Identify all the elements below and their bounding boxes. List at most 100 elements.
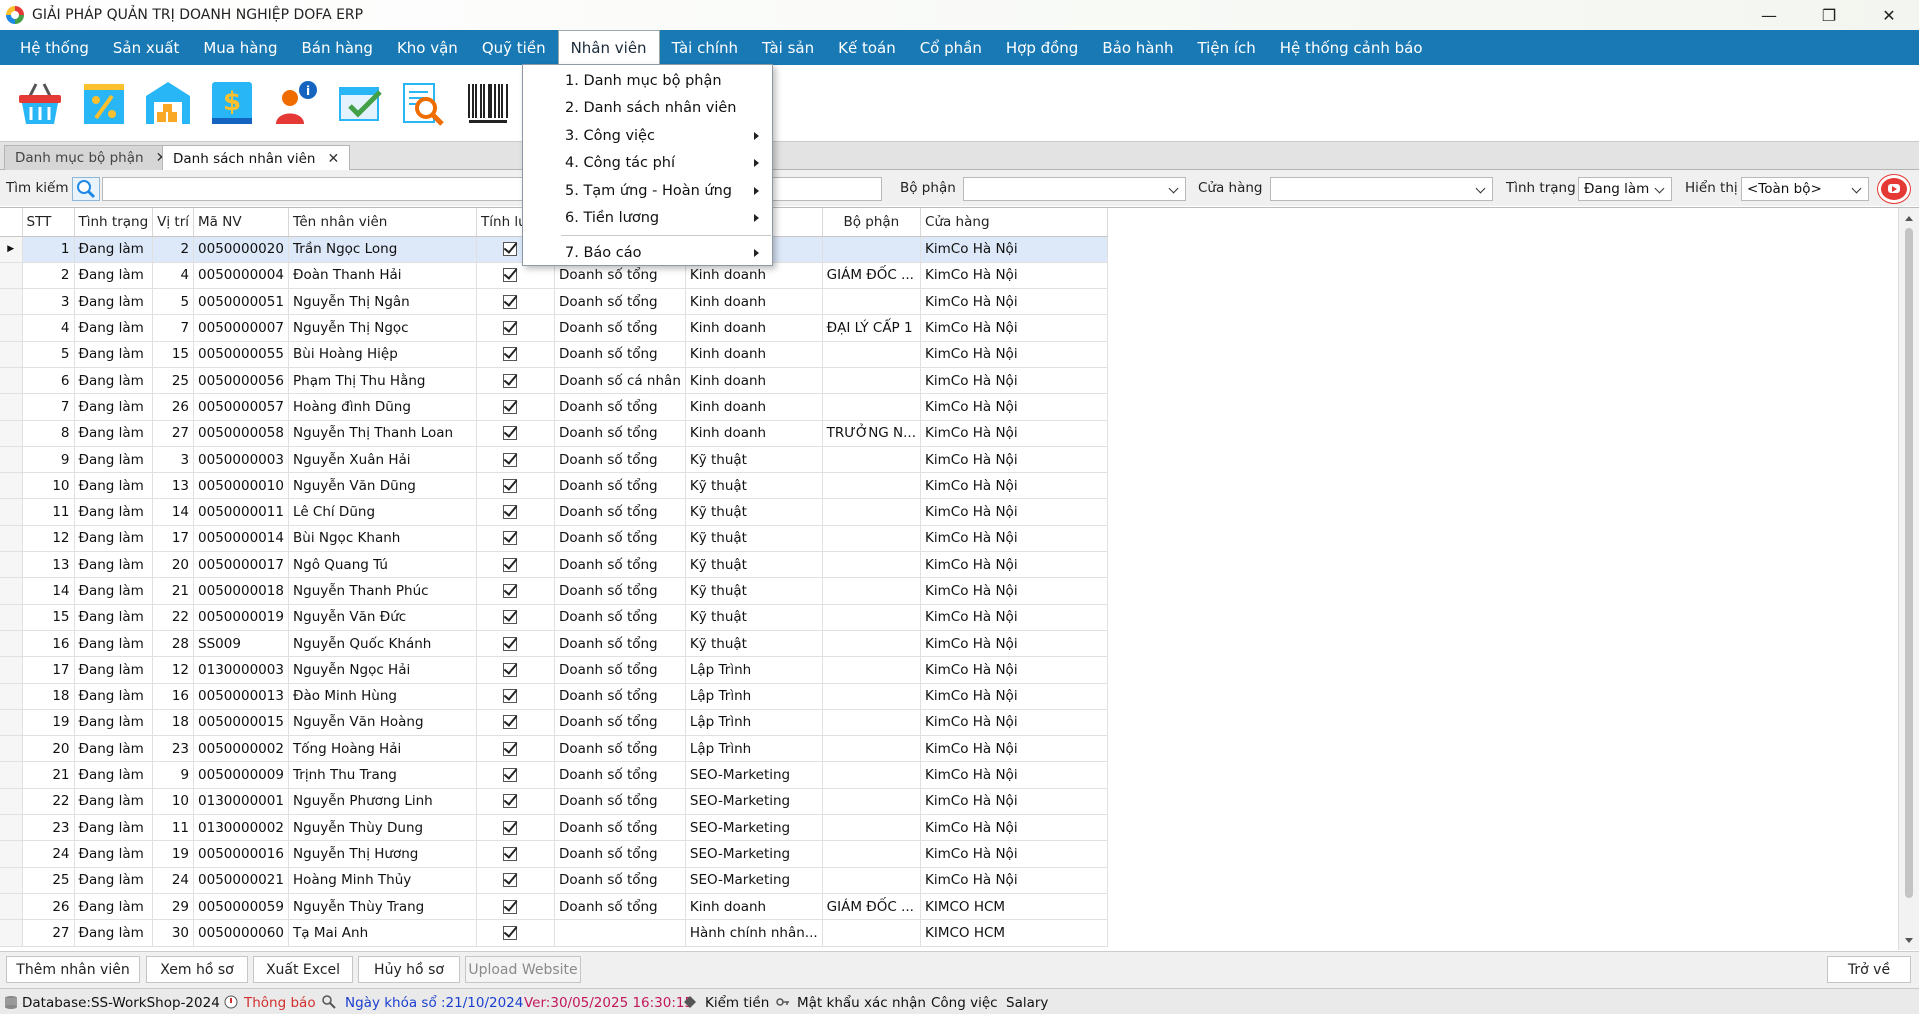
checkbox-checked[interactable] bbox=[503, 899, 518, 914]
cell-status[interactable]: Đang làm bbox=[74, 788, 154, 816]
restore-button[interactable]: ❐ bbox=[1799, 0, 1859, 30]
row-indicator[interactable] bbox=[0, 314, 23, 342]
store-select[interactable] bbox=[1270, 177, 1493, 201]
checkbox-checked[interactable] bbox=[503, 505, 518, 520]
cell-kpi[interactable]: Doanh số tổng bbox=[554, 893, 686, 921]
row-indicator[interactable]: ▶ bbox=[0, 236, 23, 263]
cell-position[interactable]: 20 bbox=[152, 551, 195, 579]
cell-store[interactable]: KimCo Hà Nội bbox=[920, 393, 1109, 421]
upload-website-button[interactable]: Upload Website bbox=[465, 956, 581, 983]
cell-store[interactable]: KimCo Hà Nội bbox=[920, 709, 1109, 737]
cell-name[interactable]: Nguyễn Văn Đức bbox=[288, 604, 478, 631]
cell-status[interactable]: Đang làm bbox=[74, 551, 154, 579]
table-row[interactable]: 26 Đang làm 29 0050000059 Nguyễn Thùy Trang D… bbox=[0, 893, 1109, 921]
table-row[interactable]: 23 Đang làm 11 0130000002 Nguyễn Thùy Dung Do… bbox=[0, 814, 1109, 842]
cell-title[interactable] bbox=[822, 788, 922, 816]
table-row[interactable]: 3 Đang làm 5 0050000051 Nguyễn Thị Ngân Doanh… bbox=[0, 288, 1109, 316]
cell-status[interactable]: Đang làm bbox=[74, 630, 154, 658]
cell-kpi[interactable]: Doanh số tổng bbox=[554, 420, 686, 447]
cell-department[interactable]: SEO-Marketing bbox=[685, 840, 823, 868]
cell-salary-flag[interactable] bbox=[476, 314, 556, 342]
column-store[interactable]: Cửa hàng bbox=[920, 208, 1109, 237]
cell-status[interactable]: Đang làm bbox=[74, 893, 154, 921]
menu-nhan-vien[interactable]: Nhân viên bbox=[557, 30, 660, 65]
cell-kpi[interactable]: Doanh số cá nhân bbox=[554, 367, 686, 395]
cell-position[interactable]: 12 bbox=[152, 656, 195, 684]
cell-position[interactable]: 19 bbox=[152, 840, 195, 868]
cell-status[interactable]: Đang làm bbox=[74, 262, 154, 290]
cell-store[interactable]: KimCo Hà Nội bbox=[920, 604, 1109, 631]
cell-code[interactable]: 0050000011 bbox=[193, 498, 290, 526]
row-indicator[interactable] bbox=[0, 893, 23, 921]
cell-salary-flag[interactable] bbox=[476, 393, 556, 421]
cell-title[interactable]: TRƯỞNG N... bbox=[822, 420, 922, 447]
cell-salary-flag[interactable] bbox=[476, 656, 556, 684]
cell-title[interactable] bbox=[822, 604, 922, 631]
checkbox-checked[interactable] bbox=[503, 925, 518, 940]
cell-salary-flag[interactable] bbox=[476, 814, 556, 842]
cell-code[interactable]: 0050000013 bbox=[193, 683, 290, 710]
cell-store[interactable]: KimCo Hà Nội bbox=[920, 498, 1109, 526]
cell-code[interactable]: 0050000003 bbox=[193, 446, 290, 474]
cell-salary-flag[interactable] bbox=[476, 446, 556, 474]
cell-code[interactable]: 0050000007 bbox=[193, 314, 290, 342]
cell-name[interactable]: Đào Minh Hùng bbox=[288, 683, 478, 710]
cell-title[interactable] bbox=[822, 446, 922, 474]
cell-position[interactable]: 15 bbox=[152, 341, 195, 368]
cell-code[interactable]: 0050000060 bbox=[193, 919, 290, 947]
cell-department[interactable]: Kinh doanh bbox=[685, 314, 823, 342]
cell-department[interactable]: Kỹ thuật bbox=[685, 551, 823, 579]
table-row[interactable]: 25 Đang làm 24 0050000021 Hoàng Minh Thủy Doa… bbox=[0, 867, 1109, 894]
cell-stt[interactable]: 13 bbox=[22, 551, 75, 579]
salary-link[interactable]: Salary bbox=[1006, 995, 1048, 1011]
cell-position[interactable]: 3 bbox=[152, 446, 195, 474]
cell-kpi[interactable]: Doanh số tổng bbox=[554, 525, 686, 553]
column-code[interactable]: Mã NV bbox=[193, 208, 290, 237]
row-indicator[interactable] bbox=[0, 761, 23, 789]
check-money-link[interactable]: Kiểm tiền bbox=[705, 995, 769, 1011]
cell-title[interactable]: GIÁM ĐỐC ... bbox=[822, 893, 922, 921]
cell-name[interactable]: Đoàn Thanh Hải bbox=[288, 262, 478, 290]
cell-code[interactable]: 0050000055 bbox=[193, 341, 290, 368]
menu-option-advance[interactable]: 5. Tạm ứng - Hoàn ứng bbox=[523, 178, 772, 204]
cell-name[interactable]: Nguyễn Xuân Hải bbox=[288, 446, 478, 474]
cell-name[interactable]: Nguyễn Quốc Khánh bbox=[288, 630, 478, 658]
user-info-icon[interactable]: i bbox=[272, 78, 320, 128]
add-employee-button[interactable]: Thêm nhân viên bbox=[6, 956, 140, 983]
menu-kho-van[interactable]: Kho vận bbox=[385, 30, 470, 65]
cell-salary-flag[interactable] bbox=[476, 288, 556, 316]
cell-kpi[interactable]: Doanh số tổng bbox=[554, 262, 686, 290]
menu-ke-toan[interactable]: Kế toán bbox=[826, 30, 908, 65]
cell-store[interactable]: KimCo Hà Nội bbox=[920, 341, 1109, 368]
cell-stt[interactable]: 14 bbox=[22, 577, 75, 605]
cell-stt[interactable]: 19 bbox=[22, 709, 75, 737]
cell-kpi[interactable]: Doanh số tổng bbox=[554, 867, 686, 894]
cell-department[interactable]: Lập Trình bbox=[685, 683, 823, 710]
task-link[interactable]: Công việc bbox=[931, 995, 998, 1011]
row-indicator[interactable] bbox=[0, 446, 23, 474]
cell-status[interactable]: Đang làm bbox=[74, 683, 154, 710]
cell-status[interactable]: Đang làm bbox=[74, 919, 154, 947]
cell-store[interactable]: KimCo Hà Nội bbox=[920, 735, 1109, 763]
row-indicator[interactable] bbox=[0, 683, 23, 710]
row-indicator[interactable] bbox=[0, 867, 23, 894]
cell-store[interactable]: KimCo Hà Nội bbox=[920, 236, 1109, 263]
checkbox-checked[interactable] bbox=[503, 452, 518, 467]
auth-password-link[interactable]: Mật khẩu xác nhận bbox=[797, 995, 926, 1011]
cell-stt[interactable]: 4 bbox=[22, 314, 75, 342]
table-row[interactable]: 22 Đang làm 10 0130000001 Nguyễn Phương Linh… bbox=[0, 788, 1109, 816]
menu-option-travel-expense[interactable]: 4. Công tác phí bbox=[523, 150, 772, 176]
department-select[interactable] bbox=[963, 177, 1186, 201]
discount-icon[interactable] bbox=[80, 78, 128, 128]
cell-stt[interactable]: 21 bbox=[22, 761, 75, 789]
cell-department[interactable]: SEO-Marketing bbox=[685, 814, 823, 842]
cell-store[interactable]: KimCo Hà Nội bbox=[920, 288, 1109, 316]
cell-department[interactable]: Lập Trình bbox=[685, 735, 823, 763]
cell-kpi[interactable]: Doanh số tổng bbox=[554, 288, 686, 316]
menu-he-thong[interactable]: Hệ thống bbox=[8, 30, 101, 65]
row-indicator[interactable] bbox=[0, 498, 23, 526]
cell-salary-flag[interactable] bbox=[476, 525, 556, 553]
cell-store[interactable]: KimCo Hà Nội bbox=[920, 814, 1109, 842]
table-row[interactable]: 20 Đang làm 23 0050000002 Tống Hoàng Hải Doan… bbox=[0, 735, 1109, 763]
cell-status[interactable]: Đang làm bbox=[74, 709, 154, 737]
